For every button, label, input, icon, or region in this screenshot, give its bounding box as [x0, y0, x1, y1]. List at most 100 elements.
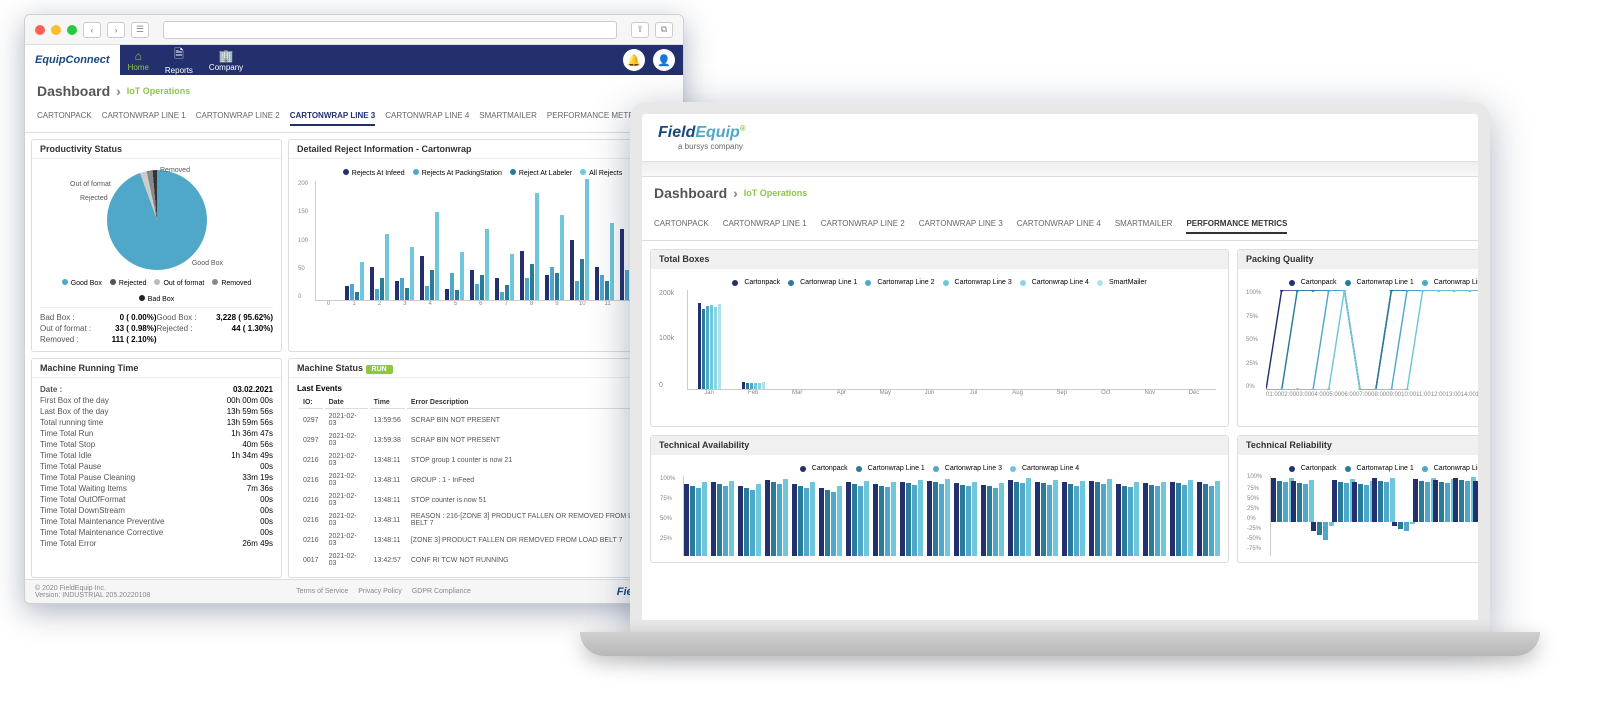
breadcrumb-main: Dashboard: [654, 185, 727, 201]
window-close-button[interactable]: [35, 25, 45, 35]
legend-item: Cartonwrap Line 1: [1345, 279, 1414, 286]
legend-item: Cartonwrap Line 3: [1422, 465, 1490, 472]
panel-title: Productivity Status: [32, 140, 281, 159]
app-header: EquipConnect ⌂ Home 🗎 Reports 🏢 Company …: [25, 45, 683, 75]
breadcrumb-sub[interactable]: IoT Operations: [127, 86, 191, 96]
tab-cartonwrap-line-1[interactable]: CARTONWRAP LINE 1: [102, 107, 186, 126]
running-time-row: Time Total DownStream00s: [40, 505, 273, 516]
legend-item: Cartonpack: [1289, 279, 1337, 286]
footer-link[interactable]: Terms of Service: [296, 588, 348, 595]
nav-company-label: Company: [209, 63, 243, 72]
window-maximize-button[interactable]: [67, 25, 77, 35]
fieldequip-logo: FieldEquip® a bursys company: [642, 114, 1478, 161]
breadcrumb-main: Dashboard: [37, 83, 110, 99]
breadcrumb-sub[interactable]: IoT Operations: [744, 188, 808, 198]
legend-item: Removed: [212, 279, 251, 287]
app-logo: EquipConnect: [25, 45, 120, 75]
legend-item: Cartonwrap Line 1: [856, 465, 925, 472]
running-time-row: Time Total Waiting Items7m 36s: [40, 483, 273, 494]
panel-title: Packing Quality: [1238, 250, 1490, 269]
tech-reliability-panel: Technical Reliability CartonpackCartonwr…: [1237, 435, 1490, 563]
window-minimize-button[interactable]: [51, 25, 61, 35]
table-header: Date: [325, 397, 368, 409]
tech-rel-legend: Cartonpack Cartonwrap Line 1 Cartonwrap Li…: [1246, 461, 1490, 476]
status-badge: RUN: [366, 365, 393, 374]
pie-callout: Removed: [160, 167, 190, 174]
chevron-right-icon: ›: [116, 83, 121, 99]
tab-performance-metrics[interactable]: PERFORMANCE METRICS: [1186, 215, 1287, 234]
legend-item: Rejects At Infeed: [343, 169, 405, 177]
tabs-button[interactable]: ⧉: [655, 22, 673, 38]
footer-copyright: © 2020 FieldEquip Inc.: [35, 585, 150, 592]
reports-icon: 🗎: [174, 45, 184, 66]
legend-item: Cartonpack: [800, 465, 848, 472]
tab-cartonwrap-line-2[interactable]: CARTONWRAP LINE 2: [196, 107, 280, 126]
nav-company[interactable]: 🏢 Company: [201, 49, 251, 72]
panel-title: Total Boxes: [651, 250, 1228, 269]
bell-icon: 🔔: [627, 54, 641, 67]
tab-cartonwrap-line-3[interactable]: CARTONWRAP LINE 3: [919, 215, 1003, 234]
table-header: Time: [370, 397, 405, 409]
productivity-pie-chart: Removed Out of format Rejected Good Box: [40, 165, 273, 275]
tab-cartonwrap-line-4[interactable]: CARTONWRAP LINE 4: [1017, 215, 1101, 234]
sidebar-button[interactable]: ☰: [131, 22, 149, 38]
tab-smartmailer[interactable]: SMARTMAILER: [1115, 215, 1173, 234]
tab-cartonwrap-line-4[interactable]: CARTONWRAP LINE 4: [385, 107, 469, 126]
legend-item: Rejected: [110, 279, 147, 287]
tab-cartonwrap-line-3[interactable]: CARTONWRAP LINE 3: [290, 107, 376, 126]
address-bar[interactable]: [163, 21, 617, 39]
forward-button[interactable]: ›: [107, 22, 125, 38]
packing-quality-panel: Packing Quality Cartonpack Cartonwrap Lin…: [1237, 249, 1490, 427]
chevron-right-icon: ›: [733, 185, 738, 201]
running-time-row: Time Total Run1h 36m 47s: [40, 428, 273, 439]
tab-cartonwrap-line-2[interactable]: CARTONWRAP LINE 2: [821, 215, 905, 234]
running-time-row: Time Total Idle1h 34m 49s: [40, 450, 273, 461]
footer-link[interactable]: GDPR Compliance: [412, 588, 471, 595]
running-time-row: Time Total Stop40m 56s: [40, 439, 273, 450]
stat-row: Good Box :3,228 ( 95.62%): [157, 312, 274, 323]
legend-item: Cartonwrap Line 2: [865, 279, 934, 286]
legend-item: Cartonwrap Line 3: [943, 279, 1012, 286]
tab-cartonpack[interactable]: CARTONPACK: [654, 215, 709, 234]
tab-smartmailer[interactable]: SMARTMAILER: [479, 107, 537, 126]
table-header: IO:: [299, 397, 323, 409]
stat-row: Out of format :33 ( 0.98%): [40, 323, 157, 334]
legend-item: Good Box: [62, 279, 102, 287]
running-time-row: Total running time13h 59m 56s: [40, 417, 273, 428]
legend-item: Cartonpack: [732, 279, 780, 286]
nav-reports-label: Reports: [165, 66, 193, 75]
legend-item: Cartonwrap Line 3: [1422, 279, 1490, 286]
machine-running-time-panel: Machine Running Time Date : 03.02.2021 F…: [31, 358, 282, 578]
user-icon: 👤: [657, 54, 671, 67]
y-tick: 200k: [659, 290, 674, 297]
legend-item: Cartonpack: [1289, 465, 1337, 472]
nav-home[interactable]: ⌂ Home: [120, 49, 157, 72]
tab-cartonwrap-line-1[interactable]: CARTONWRAP LINE 1: [723, 215, 807, 234]
machine-status-title: Machine Status: [297, 363, 363, 373]
nav-reports[interactable]: 🗎 Reports: [157, 45, 201, 75]
company-icon: 🏢: [219, 49, 234, 63]
tech-avail-chart: 100% 75% 50% 25%: [683, 476, 1220, 556]
running-time-row: Time Total Maintenance Preventive00s: [40, 516, 273, 527]
legend-item: Cartonwrap Line 1: [1345, 465, 1414, 472]
stat-row: Rejected :44 ( 1.30%): [157, 323, 274, 334]
legend-item: Rejects At PackingStation: [413, 169, 502, 177]
notifications-button[interactable]: 🔔: [623, 49, 645, 71]
brand-sub: a bursys company: [678, 142, 1462, 151]
footer-version: Version: INDUSTRIAL 205.20220108: [35, 592, 150, 599]
y-tick: 100k: [659, 335, 674, 342]
legend-item: Reject At Labeler: [510, 169, 572, 177]
tech-avail-legend: Cartonpack Cartonwrap Line 1 Cartonwrap Li…: [659, 461, 1220, 476]
running-time-row: Time Total Pause00s: [40, 461, 273, 472]
back-button[interactable]: ‹: [83, 22, 101, 38]
date-value: 03.02.2021: [233, 385, 273, 394]
stat-row: Bad Box :0 ( 0.00%): [40, 312, 157, 323]
tab-cartonpack[interactable]: CARTONPACK: [37, 107, 92, 126]
share-button[interactable]: ⇪: [631, 22, 649, 38]
user-avatar[interactable]: 👤: [653, 49, 675, 71]
legend-item: Cartonwrap Line 4: [1010, 465, 1079, 472]
y-tick: 0: [659, 382, 663, 389]
legend-item: Bad Box: [139, 295, 174, 303]
running-time-row: Time Total Error26m 49s: [40, 538, 273, 549]
footer-link[interactable]: Privacy Policy: [358, 588, 402, 595]
